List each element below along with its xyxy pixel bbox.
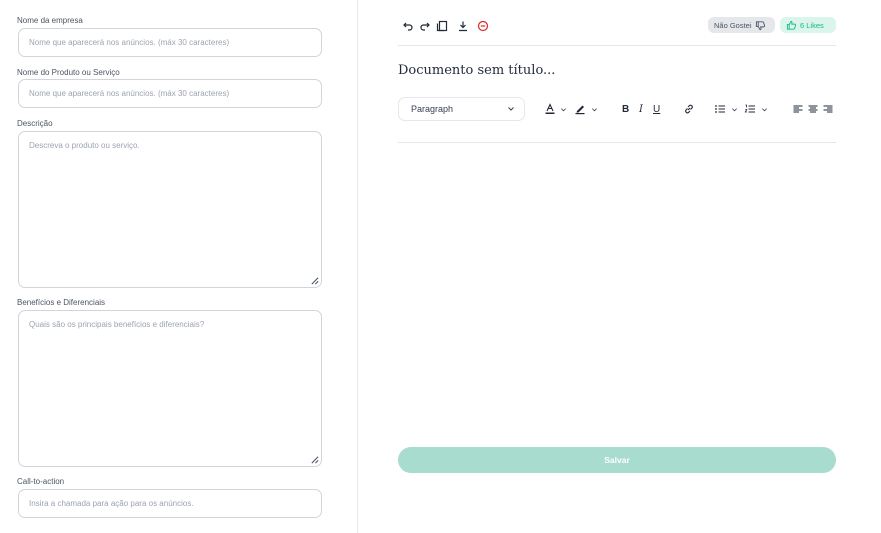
copy-icon[interactable] xyxy=(435,19,448,32)
redo-icon[interactable] xyxy=(418,19,431,32)
dislike-label: Não Gostei xyxy=(714,20,752,30)
paragraph-style-select[interactable]: Paragraph xyxy=(398,97,525,121)
document-title[interactable]: Documento sem título... xyxy=(398,63,555,78)
toolbar-divider xyxy=(398,142,836,143)
bullet-list-chevron-icon[interactable] xyxy=(731,102,738,116)
numbered-list-icon[interactable] xyxy=(744,102,756,116)
topbar-divider xyxy=(398,45,836,46)
link-icon[interactable] xyxy=(683,102,695,116)
resize-grip-icon[interactable] xyxy=(310,276,319,285)
thumbs-up-icon xyxy=(786,20,797,30)
numbered-list-chevron-icon[interactable] xyxy=(761,102,768,116)
align-left-icon[interactable] xyxy=(792,102,804,116)
company-name-input[interactable]: Nome que aparecerá nos anúncios. (máx 30… xyxy=(18,28,322,57)
download-icon[interactable] xyxy=(456,19,469,32)
product-name-field: Nome do Produto ou Serviço Nome que apar… xyxy=(17,68,322,108)
cta-field: Call-to-action Insira a chamada para açã… xyxy=(17,477,322,518)
highlight-icon[interactable] xyxy=(574,102,586,116)
company-name-field: Nome da empresa Nome que aparecerá nos a… xyxy=(17,16,322,57)
description-field: Descrição Descreva o produto ou serviço. xyxy=(17,119,322,288)
benefits-placeholder: Quais são os principais benefícios e dif… xyxy=(29,320,205,329)
product-name-input[interactable]: Nome que aparecerá nos anúncios. (máx 30… xyxy=(18,79,322,108)
highlight-chevron-icon[interactable] xyxy=(591,102,598,116)
benefits-textarea[interactable]: Quais são os principais benefícios e dif… xyxy=(18,310,322,467)
company-name-label: Nome da empresa xyxy=(17,16,83,25)
underline-icon[interactable]: U xyxy=(653,102,660,116)
editor-topbar: Não Gostei 6 Likes xyxy=(398,16,836,36)
form-panel: Nome da empresa Nome que aparecerá nos a… xyxy=(0,0,358,533)
like-count-label: 6 Likes xyxy=(800,20,824,30)
chevron-down-icon xyxy=(508,107,514,111)
cta-input[interactable]: Insira a chamada para ação para os anúnc… xyxy=(18,489,322,518)
bold-icon[interactable]: B xyxy=(622,102,629,116)
document-editor: Não Gostei 6 Likes Documento sem título.… xyxy=(398,0,836,533)
delete-icon[interactable] xyxy=(476,19,489,32)
cta-label: Call-to-action xyxy=(17,477,65,486)
paragraph-style-value: Paragraph xyxy=(411,104,454,114)
format-toolbar: Paragraph B I U xyxy=(398,97,836,121)
like-button[interactable]: 6 Likes xyxy=(780,17,836,33)
benefits-label: Benefícios e Diferenciais xyxy=(17,298,106,307)
dislike-button[interactable]: Não Gostei xyxy=(708,17,775,33)
benefits-field: Benefícios e Diferenciais Quais são os p… xyxy=(17,298,322,467)
description-textarea[interactable]: Descreva o produto ou serviço. xyxy=(18,131,322,288)
bullet-list-icon[interactable] xyxy=(714,102,726,116)
description-placeholder: Descreva o produto ou serviço. xyxy=(29,141,140,150)
product-name-label: Nome do Produto ou Serviço xyxy=(17,68,120,77)
italic-icon[interactable]: I xyxy=(639,102,643,116)
thumbs-down-icon xyxy=(755,20,765,30)
undo-icon[interactable] xyxy=(401,19,414,32)
align-right-icon[interactable] xyxy=(822,102,834,116)
resize-grip-icon[interactable] xyxy=(310,455,319,464)
text-color-chevron-icon[interactable] xyxy=(560,102,567,116)
save-button[interactable]: Salvar xyxy=(398,447,836,473)
description-label: Descrição xyxy=(17,119,53,128)
align-center-icon[interactable] xyxy=(807,102,819,116)
text-color-icon[interactable] xyxy=(544,102,556,116)
